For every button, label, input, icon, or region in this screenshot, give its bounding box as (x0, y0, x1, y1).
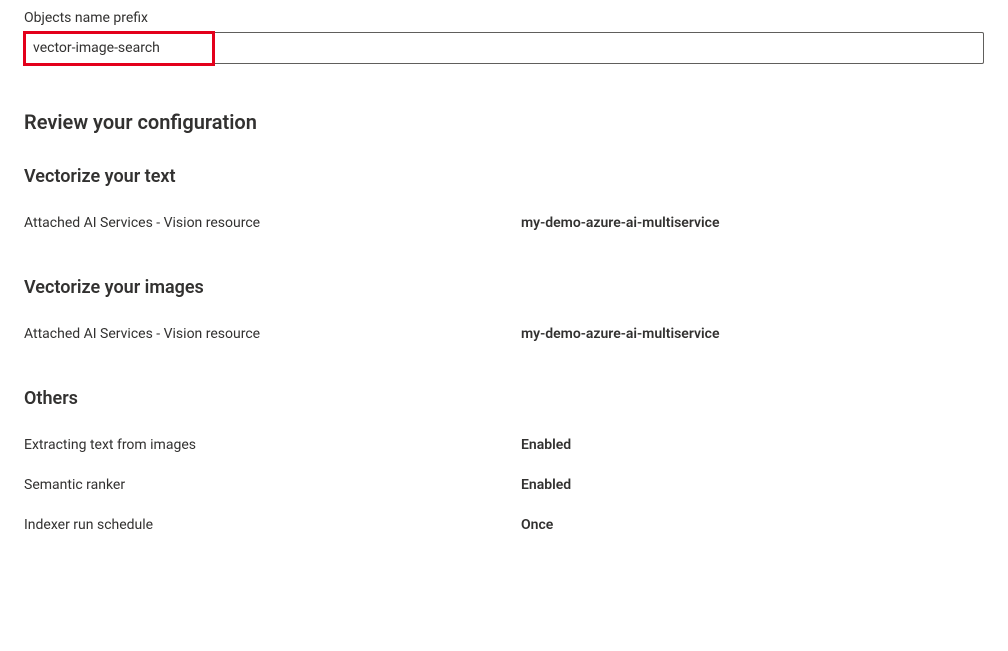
config-label: Semantic ranker (24, 477, 521, 493)
others-heading: Others (24, 388, 984, 409)
objects-name-prefix-label: Objects name prefix (24, 10, 984, 26)
config-value: Enabled (521, 437, 571, 453)
vectorize-text-heading: Vectorize your text (24, 166, 984, 187)
config-value: Once (521, 517, 553, 533)
vectorize-text-section: Vectorize your text Attached AI Services… (24, 166, 984, 231)
config-row: Attached AI Services - Vision resource m… (24, 215, 984, 231)
objects-name-prefix-input-wrap (24, 32, 984, 64)
config-row: Semantic ranker Enabled (24, 477, 984, 493)
config-row: Extracting text from images Enabled (24, 437, 984, 453)
config-row: Indexer run schedule Once (24, 517, 984, 533)
config-label: Extracting text from images (24, 437, 521, 453)
config-value: Enabled (521, 477, 571, 493)
config-label: Indexer run schedule (24, 517, 521, 533)
vectorize-images-heading: Vectorize your images (24, 277, 984, 298)
vectorize-images-section: Vectorize your images Attached AI Servic… (24, 277, 984, 342)
review-configuration-heading: Review your configuration (24, 110, 984, 134)
config-label: Attached AI Services - Vision resource (24, 215, 521, 231)
config-value: my-demo-azure-ai-multiservice (521, 326, 720, 342)
configuration-review-page: Objects name prefix Review your configur… (0, 0, 1008, 557)
config-value: my-demo-azure-ai-multiservice (521, 215, 720, 231)
config-label: Attached AI Services - Vision resource (24, 326, 521, 342)
others-section: Others Extracting text from images Enabl… (24, 388, 984, 533)
objects-name-prefix-input[interactable] (24, 32, 984, 64)
config-row: Attached AI Services - Vision resource m… (24, 326, 984, 342)
